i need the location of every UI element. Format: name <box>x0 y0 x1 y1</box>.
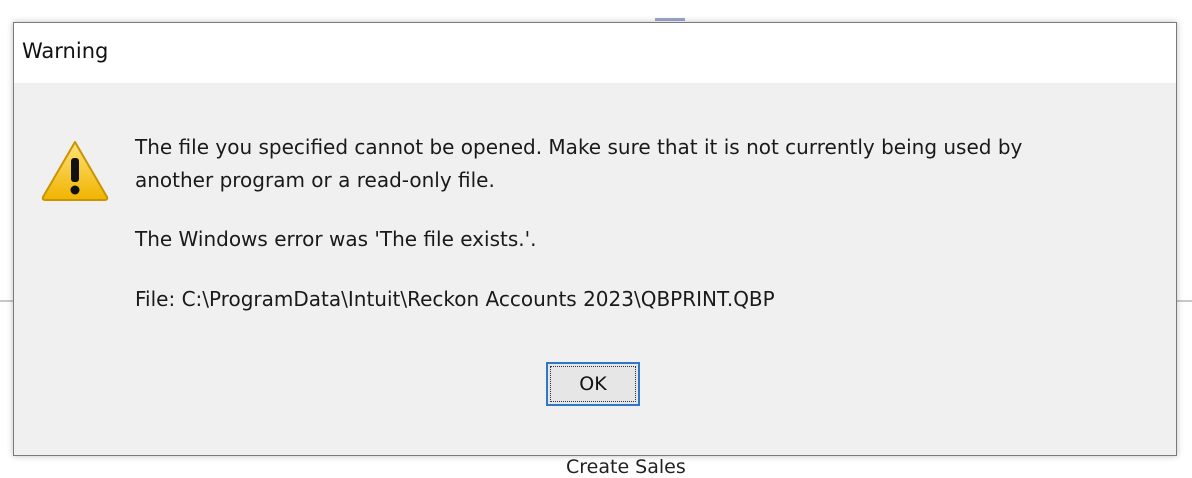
background-window-edge <box>655 18 685 21</box>
dialog-titlebar[interactable]: Warning <box>14 23 1176 83</box>
file-path-text: File: C:\ProgramData\Intuit\Reckon Accou… <box>135 287 775 311</box>
dialog-title: Warning <box>22 39 109 63</box>
ok-button-label: OK <box>550 366 636 402</box>
error-message-line-1: The file you specified cannot be opened.… <box>135 135 1023 159</box>
warning-dialog: Warning The file you specified cannot be… <box>13 22 1177 456</box>
windows-error-text: The Windows error was 'The file exists.'… <box>135 227 537 251</box>
error-message: The file you specified cannot be opened.… <box>135 131 1022 197</box>
error-message-line-2: another program or a read-only file. <box>135 168 495 192</box>
ok-button[interactable]: OK <box>546 362 640 406</box>
background-divider-left <box>0 300 14 302</box>
background-create-sales-label: Create Sales <box>566 456 686 478</box>
background-divider-right <box>1176 300 1192 302</box>
warning-icon <box>41 141 109 201</box>
